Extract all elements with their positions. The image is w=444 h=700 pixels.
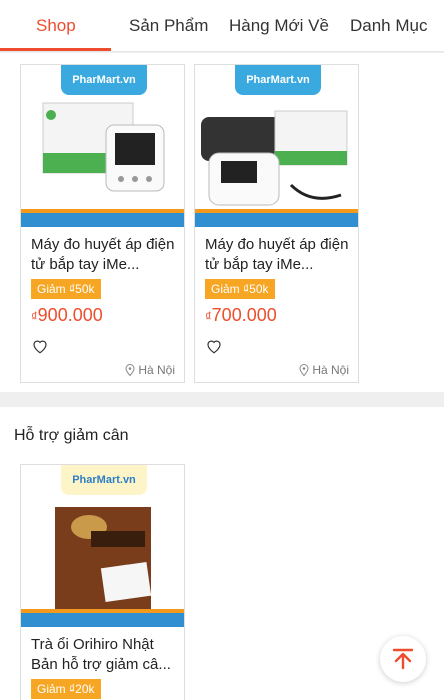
heart-icon[interactable] <box>31 337 49 355</box>
heart-icon[interactable] <box>205 337 223 355</box>
product-image: PharMart.vn <box>195 65 358 227</box>
category-tabs: Shop Sản Phẩm Hàng Mới Về Danh Mục <box>0 0 444 52</box>
active-tab-indicator <box>0 48 111 51</box>
product-image: PharMart.vn <box>21 65 184 227</box>
tab-danh-muc[interactable]: Danh Mục <box>350 16 427 36</box>
weight-loss-section: Hỗ trợ giảm cân PharMart.vn Trà ổi Orihi… <box>0 407 444 700</box>
product-image: PharMart.vn <box>21 465 184 627</box>
location-label: Hà Nội <box>312 363 349 377</box>
product-location: Hà Nội <box>125 363 175 377</box>
image-stripe <box>21 213 184 227</box>
product-card[interactable]: PharMart.vn Trà ổi Orihiro Nhật Bản hỗ t… <box>20 464 185 700</box>
currency-symbol: ₫ <box>205 309 212 324</box>
product-title: Máy đo huyết áp điện tử bắp tay iMe... <box>31 236 175 273</box>
product-location: Hà Nội <box>299 363 349 377</box>
back-to-top-button[interactable] <box>380 636 426 682</box>
discount-badge: Giảm ₫20k <box>31 679 101 699</box>
location-label: Hà Nội <box>138 363 175 377</box>
product-price: ₫700.000 <box>205 305 277 326</box>
tab-shop[interactable]: Shop <box>36 16 76 36</box>
product-title: Máy đo huyết áp điện tử bắp tay iMe... <box>205 236 349 273</box>
price-value: 900.000 <box>37 305 103 325</box>
product-card[interactable]: PharMart.vn Máy đo huyết áp điện tử bắp … <box>20 64 185 383</box>
discount-badge: Giảm ₫50k <box>31 279 101 299</box>
image-stripe <box>195 213 358 227</box>
section-title: Hỗ trợ giảm cân <box>14 427 129 444</box>
currency-symbol: ₫ <box>31 309 38 324</box>
tab-san-pham[interactable]: Sản Phẩm <box>129 16 208 36</box>
price-value: 700.000 <box>211 305 277 325</box>
arrow-up-to-top-icon <box>392 648 414 670</box>
product-price: ₫900.000 <box>31 305 103 326</box>
blood-pressure-monitor-image <box>42 102 165 192</box>
product-title: Trà ổi Orihiro Nhật Bản hỗ trợ giảm câ..… <box>31 636 171 673</box>
product-card[interactable]: PharMart.vn Máy đo huyết áp điện tử bắp … <box>194 64 359 383</box>
location-pin-icon <box>125 364 135 376</box>
products-section: PharMart.vn Máy đo huyết áp điện tử bắp … <box>0 53 444 392</box>
location-pin-icon <box>299 364 309 376</box>
image-stripe <box>21 613 184 627</box>
tab-hang-moi-ve[interactable]: Hàng Mới Về <box>229 16 329 36</box>
blood-pressure-monitor-image <box>201 110 348 206</box>
guava-tea-package-image <box>55 507 152 611</box>
discount-badge: Giảm ₫50k <box>205 279 275 299</box>
